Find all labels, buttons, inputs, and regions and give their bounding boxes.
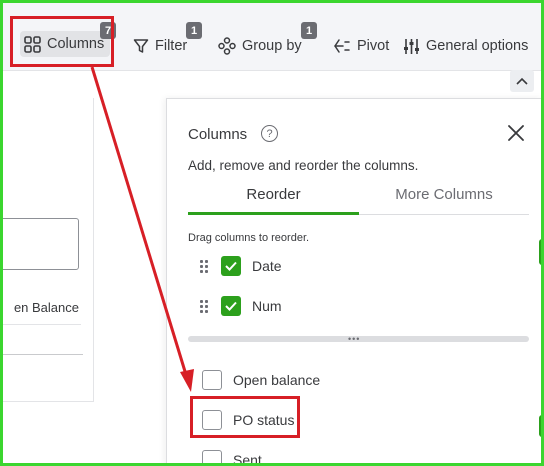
- filter-label: Filter: [155, 38, 188, 54]
- column-label: Open balance: [233, 372, 321, 388]
- resize-splitter[interactable]: •••: [188, 334, 529, 344]
- column-row-sent[interactable]: Sent: [202, 449, 262, 466]
- column-row-open-balance[interactable]: Open balance: [202, 369, 320, 391]
- tab-more-columns[interactable]: More Columns: [359, 186, 529, 203]
- drag-handle-icon[interactable]: [200, 300, 208, 313]
- scroll-marker: [539, 239, 544, 265]
- divider: [3, 324, 81, 325]
- filter-funnel-icon: [133, 39, 149, 53]
- column-label: Date: [252, 258, 282, 274]
- report-background-card: en Balance: [0, 98, 94, 402]
- filter-count-badge: 1: [186, 22, 202, 39]
- po-status-highlight-box: [190, 396, 300, 438]
- checkmark-icon: [225, 301, 237, 311]
- group-by-icon: [218, 37, 236, 55]
- scroll-marker: [539, 415, 544, 437]
- sliders-icon: [404, 38, 419, 54]
- column-label: Num: [252, 298, 282, 314]
- help-icon[interactable]: ?: [261, 125, 278, 142]
- filter-button[interactable]: Filter: [133, 33, 187, 59]
- divider: [3, 354, 83, 355]
- drag-handle-icon[interactable]: [200, 260, 208, 273]
- num-checkbox[interactable]: [221, 296, 241, 316]
- column-row-num[interactable]: Num: [200, 295, 282, 317]
- background-input-box: [0, 218, 79, 270]
- collapse-toolbar-button[interactable]: [510, 70, 534, 92]
- panel-description: Add, remove and reorder the columns.: [188, 158, 419, 173]
- panel-tabs: Reorder More Columns: [188, 179, 529, 215]
- group-by-count-badge: 1: [301, 22, 317, 39]
- pivot-arrows-icon: [334, 39, 350, 53]
- open-balance-checkbox[interactable]: [202, 370, 222, 390]
- pivot-label: Pivot: [357, 38, 390, 54]
- panel-title: Columns: [188, 126, 248, 143]
- pivot-button[interactable]: Pivot: [333, 33, 389, 59]
- column-label: Sent: [233, 452, 262, 466]
- splitter-grip-icon: •••: [348, 334, 361, 344]
- checkmark-icon: [225, 261, 237, 271]
- columns-highlight-box: [10, 16, 114, 67]
- group-by-label: Group by: [242, 38, 302, 54]
- chevron-up-icon: [516, 77, 528, 85]
- date-checkbox[interactable]: [221, 256, 241, 276]
- close-icon[interactable]: [507, 124, 525, 142]
- general-options-label: General options: [426, 38, 529, 54]
- active-tab-indicator: [188, 212, 359, 215]
- drag-hint-text: Drag columns to reorder.: [188, 232, 310, 244]
- sent-checkbox[interactable]: [202, 450, 222, 466]
- group-by-button[interactable]: Group by: [218, 33, 302, 59]
- tab-reorder[interactable]: Reorder: [188, 186, 359, 203]
- column-row-date[interactable]: Date: [200, 255, 282, 277]
- scrollbar[interactable]: [537, 219, 544, 466]
- open-balance-column-header: en Balance: [13, 300, 79, 315]
- general-options-button[interactable]: General options: [403, 33, 528, 59]
